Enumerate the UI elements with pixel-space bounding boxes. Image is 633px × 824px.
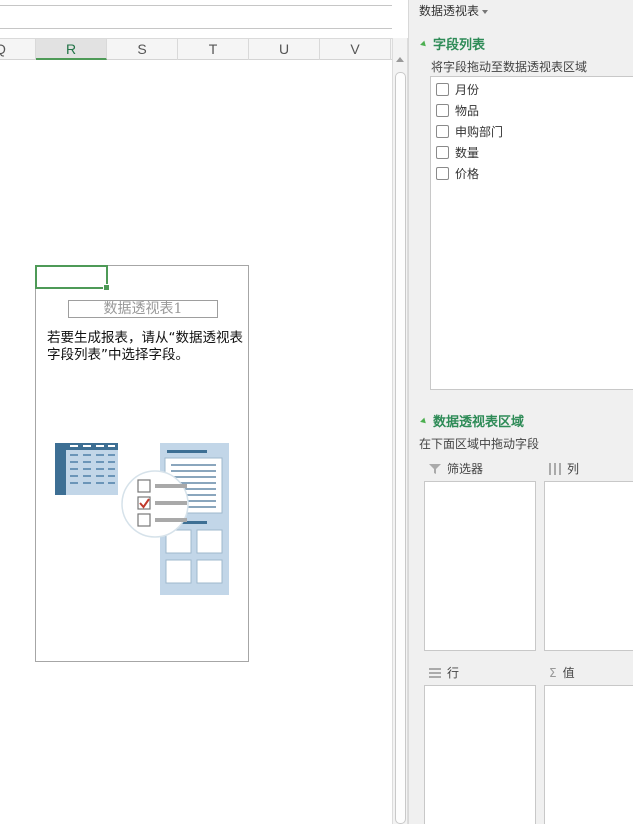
pivot-illustration-icon [55, 443, 229, 595]
filter-area-label: 筛选器 [429, 460, 483, 477]
filter-drop-zone[interactable] [424, 481, 536, 651]
rows-icon [429, 667, 441, 678]
field-item-month[interactable]: 月份 [436, 80, 479, 98]
column-header-q[interactable]: Q [0, 39, 36, 60]
scrollbar-thumb[interactable] [395, 72, 406, 824]
sigma-icon: Σ [549, 665, 557, 680]
table-grid-icon [55, 443, 118, 495]
column-header-row: Q R S T U V [0, 38, 392, 60]
pane-title: 数据透视表 [419, 4, 480, 18]
field-checkbox[interactable] [436, 82, 449, 96]
column-header-u[interactable]: U [249, 39, 320, 60]
filter-icon [429, 463, 441, 474]
values-area-label: Σ 值 [549, 665, 575, 681]
formula-bar-input[interactable] [0, 5, 392, 29]
field-checkbox[interactable] [436, 166, 449, 180]
field-checkbox[interactable] [436, 145, 449, 159]
columns-drop-zone[interactable] [544, 481, 633, 651]
values-drop-zone[interactable] [544, 685, 633, 824]
pivot-table-pane: 数据透视表 字段列表 将字段拖动至数据透视表区域 月份 物品 申购部门 数量 价… [408, 0, 633, 824]
field-list-subtitle: 将字段拖动至数据透视表区域 [431, 60, 588, 74]
column-header-v[interactable]: V [320, 39, 391, 60]
collapse-triangle-icon [420, 417, 428, 426]
selected-cell[interactable] [35, 265, 110, 291]
pane-title-dropdown[interactable]: 数据透视表 [419, 2, 489, 19]
pivot-table-hint: 若要生成报表，请从“数据透视表字段列表”中选择字段。 [47, 330, 243, 363]
field-checkbox[interactable] [436, 124, 449, 138]
field-list-box[interactable]: 月份 物品 申购部门 数量 价格 [430, 76, 633, 390]
rows-drop-zone[interactable] [424, 685, 536, 824]
columns-area-label: 列 [549, 460, 579, 477]
column-header-r[interactable]: R [36, 39, 107, 60]
field-list-heading[interactable]: 字段列表 [420, 34, 485, 53]
field-item-goods[interactable]: 物品 [436, 101, 479, 119]
columns-icon [549, 462, 561, 475]
spreadsheet-area[interactable]: Q R S T U V 数据透视表1 若要生成报表，请从“数据透视表字段列表”中… [0, 0, 392, 824]
vertical-scrollbar[interactable] [392, 38, 408, 824]
collapse-triangle-icon [420, 40, 428, 49]
column-header-t[interactable]: T [178, 39, 249, 60]
scroll-up-arrow-icon[interactable] [396, 57, 404, 62]
field-item-quantity[interactable]: 数量 [436, 143, 479, 161]
field-item-department[interactable]: 申购部门 [436, 122, 503, 140]
rows-area-label: 行 [429, 664, 459, 681]
pivot-areas-heading[interactable]: 数据透视表区域 [420, 411, 524, 430]
field-item-price[interactable]: 价格 [436, 164, 479, 182]
pivot-areas-subtitle: 在下面区域中拖动字段 [419, 437, 540, 451]
field-checkbox[interactable] [436, 103, 449, 117]
checklist-icon [121, 470, 189, 538]
chevron-down-icon [482, 9, 489, 14]
pivot-table-name: 数据透视表1 [68, 300, 218, 318]
column-header-s[interactable]: S [107, 39, 178, 60]
